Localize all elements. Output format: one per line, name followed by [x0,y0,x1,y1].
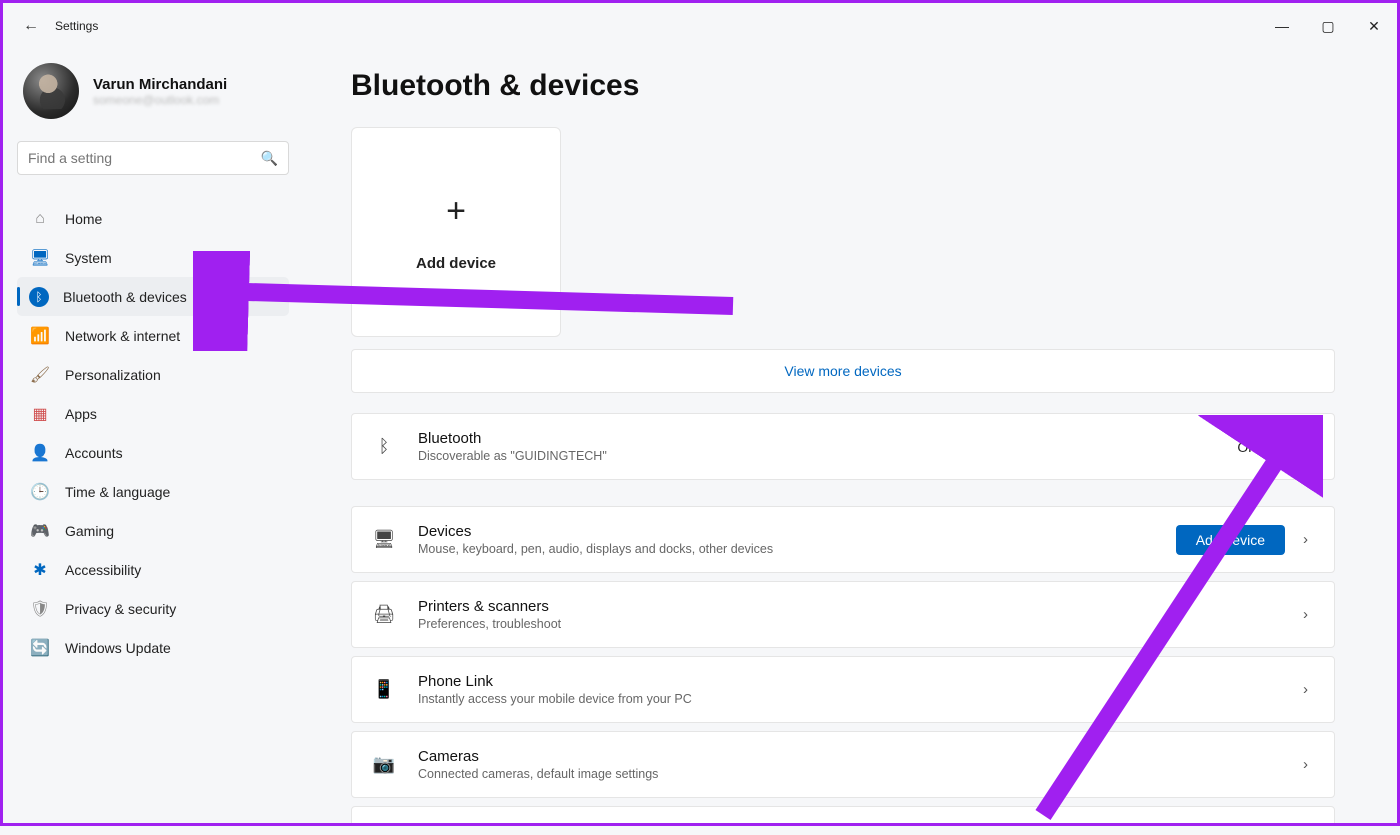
sidebar: Varun Mirchandani someone@outlook.com 🔍 … [3,49,303,823]
phone-sub: Instantly access your mobile device from… [418,692,1297,706]
devices-sub: Mouse, keyboard, pen, audio, displays an… [418,542,1176,556]
page-title: Bluetooth & devices [351,69,1335,103]
bluetooth-sub: Discoverable as "GUIDINGTECH" [418,449,1237,463]
search-input[interactable] [28,150,261,166]
main: Bluetooth & devices + Add device View mo… [303,49,1397,823]
update-icon: 🔄 [29,637,51,659]
search-field[interactable]: 🔍 [17,141,289,175]
sidebar-item-accessibility[interactable]: ✱ Accessibility [17,550,289,589]
bluetooth-row: ᛒ Bluetooth Discoverable as "GUIDINGTECH… [351,413,1335,480]
printers-title: Printers & scanners [418,598,1297,615]
gamepad-icon: 🎮 [29,520,51,542]
printer-icon: 🖨 [372,604,396,625]
view-more-label: View more devices [784,363,901,379]
user-name: Varun Mirchandani [93,76,227,93]
wifi-icon: 📶 [29,325,51,347]
sidebar-item-gaming[interactable]: 🎮 Gaming [17,511,289,550]
plus-icon: + [446,192,466,231]
phone-icon: 📱 [372,679,396,700]
devices-icon: 🖥 [372,529,396,550]
bluetooth-title: Bluetooth [418,430,1237,447]
nav: ⌂ Home 🖥 System ᛒ Bluetooth & devices 📶 … [17,199,289,667]
sidebar-item-label: Gaming [65,523,114,539]
add-device-card[interactable]: + Add device [351,127,561,337]
bluetooth-icon: ᛒ [29,287,49,307]
devices-row[interactable]: 🖥 Devices Mouse, keyboard, pen, audio, d… [351,506,1335,573]
sidebar-item-network[interactable]: 📶 Network & internet [17,316,289,355]
maximize-button[interactable]: ▢ [1305,3,1351,49]
camera-icon: 📷 [372,754,396,775]
home-icon: ⌂ [29,208,51,230]
user-email: someone@outlook.com [93,93,227,107]
phone-title: Phone Link [418,673,1297,690]
system-icon: 🖥 [29,247,51,269]
sidebar-item-personalization[interactable]: 🖌 Personalization [17,355,289,394]
sidebar-item-label: Network & internet [65,328,180,344]
minimize-button[interactable]: — [1259,3,1305,49]
back-button[interactable]: ← [23,17,39,35]
search-icon: 🔍 [261,150,278,167]
devices-title: Devices [418,523,1176,540]
sidebar-item-bluetooth[interactable]: ᛒ Bluetooth & devices [17,277,289,316]
sidebar-item-label: Personalization [65,367,161,383]
add-device-button[interactable]: Add device [1176,525,1285,555]
cameras-title: Cameras [418,748,1297,765]
sidebar-item-label: Apps [65,406,97,422]
close-button[interactable]: ✕ [1351,3,1397,49]
sidebar-item-label: System [65,250,112,266]
sidebar-item-accounts[interactable]: 👤 Accounts [17,433,289,472]
sidebar-item-system[interactable]: 🖥 System [17,238,289,277]
cameras-row[interactable]: 📷 Cameras Connected cameras, default ima… [351,731,1335,798]
chevron-right-icon: › [1297,531,1314,548]
window-controls: — ▢ ✕ [1259,3,1397,49]
sidebar-item-label: Bluetooth & devices [63,289,187,305]
person-icon: 👤 [29,442,51,464]
sidebar-item-time[interactable]: 🕒 Time & language [17,472,289,511]
sidebar-item-label: Privacy & security [65,601,176,617]
apps-icon: ▦ [29,403,51,425]
printers-row[interactable]: 🖨 Printers & scanners Preferences, troub… [351,581,1335,648]
titlebar: ← Settings [3,3,1397,49]
view-more-devices[interactable]: View more devices [351,349,1335,393]
sidebar-item-privacy[interactable]: 🛡 Privacy & security [17,589,289,628]
mouse-row[interactable]: 🖱 Mouse Buttons, mouse pointer speed, sc… [351,806,1335,823]
bluetooth-state: On [1237,439,1256,455]
bluetooth-icon: ᛒ [372,436,396,457]
shield-icon: 🛡 [29,598,51,620]
sidebar-item-apps[interactable]: ▦ Apps [17,394,289,433]
clock-icon: 🕒 [29,481,51,503]
window-title: Settings [55,19,98,33]
phone-link-row[interactable]: 📱 Phone Link Instantly access your mobil… [351,656,1335,723]
sidebar-item-label: Accessibility [65,562,141,578]
sidebar-item-label: Accounts [65,445,123,461]
sidebar-item-home[interactable]: ⌂ Home [17,199,289,238]
sidebar-item-label: Time & language [65,484,170,500]
chevron-right-icon: › [1297,756,1314,773]
sidebar-item-label: Windows Update [65,640,171,656]
bluetooth-toggle[interactable] [1274,437,1314,457]
sidebar-item-update[interactable]: 🔄 Windows Update [17,628,289,667]
chevron-right-icon: › [1297,606,1314,623]
profile[interactable]: Varun Mirchandani someone@outlook.com [17,63,289,119]
brush-icon: 🖌 [29,364,51,386]
add-device-label: Add device [416,255,496,272]
printers-sub: Preferences, troubleshoot [418,617,1297,631]
avatar [23,63,79,119]
sidebar-item-label: Home [65,211,102,227]
cameras-sub: Connected cameras, default image setting… [418,767,1297,781]
accessibility-icon: ✱ [29,559,51,581]
chevron-right-icon: › [1297,681,1314,698]
